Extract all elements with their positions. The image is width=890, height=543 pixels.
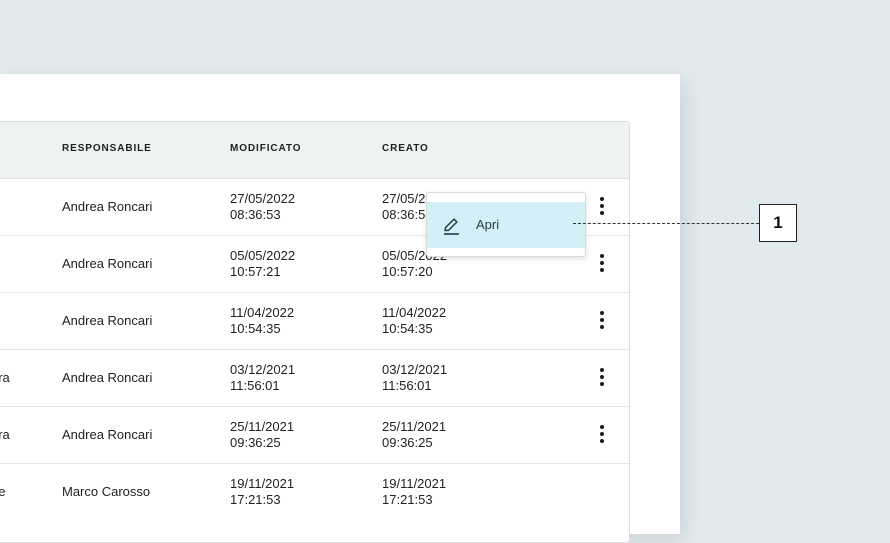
row-modified: 11/04/2022 10:54:35 bbox=[230, 305, 295, 336]
content-card: RESPONSABILE MODIFICATO CREATO Andrea Ro… bbox=[0, 74, 680, 543]
row-responsabile: Andrea Roncari bbox=[62, 199, 153, 214]
row-actions-icon[interactable] bbox=[592, 193, 612, 219]
pencil-icon bbox=[444, 218, 459, 235]
row-modified: 05/05/2022 10:57:21 bbox=[230, 248, 296, 279]
table-row[interactable]: Andrea Roncari 11/04/2022 10:54:35 11/04/… bbox=[0, 293, 629, 350]
table-header: RESPONSABILE MODIFICATO CREATO bbox=[0, 122, 629, 179]
menu-item-label: Apri bbox=[476, 217, 500, 232]
table-row[interactable]: ara Andrea Roncari 03/12/202111:56:01 03… bbox=[0, 350, 629, 407]
row-responsabile: Marco Carosso bbox=[62, 484, 151, 499]
column-header-creato[interactable]: CREATO bbox=[382, 143, 429, 154]
column-header-modificato[interactable]: MODIFICATO bbox=[230, 143, 301, 154]
row-partial-text: ne bbox=[0, 484, 19, 500]
row-actions-icon[interactable] bbox=[592, 250, 612, 276]
row-context-menu: Apri bbox=[426, 192, 586, 257]
row-actions-icon[interactable] bbox=[592, 307, 612, 333]
row-actions-icon[interactable] bbox=[592, 364, 612, 390]
table-row[interactable]: ara Andrea Roncari 25/11/202109:36:25 25… bbox=[0, 407, 629, 464]
column-header-responsabile[interactable]: RESPONSABILE bbox=[62, 143, 152, 154]
row-responsabile: Andrea Roncari bbox=[62, 313, 153, 328]
row-responsabile: Andrea Roncari bbox=[62, 427, 153, 442]
row-responsabile: Andrea Roncari bbox=[62, 370, 153, 385]
row-created: 19/11/2021 17:21:53 bbox=[382, 476, 447, 507]
callout-leader-line bbox=[573, 223, 759, 224]
row-partial-text: ara bbox=[0, 427, 10, 442]
row-created: 03/12/2021 11:56:01 bbox=[382, 362, 448, 393]
row-responsabile: Andrea Roncari bbox=[62, 256, 153, 271]
row-modified: 19/11/2021 17:21:53 bbox=[230, 476, 295, 507]
row-modified: 25/11/2021 09:36:25 bbox=[230, 419, 295, 450]
table-row[interactable]: ne Marco Carosso 19/11/202117:21:53 19/1… bbox=[0, 464, 629, 520]
row-actions-icon[interactable] bbox=[592, 421, 612, 447]
row-created: 25/11/2021 09:36:25 bbox=[382, 419, 447, 450]
documents-table: RESPONSABILE MODIFICATO CREATO Andrea Ro… bbox=[0, 121, 630, 543]
row-created: 11/04/2022 10:54:35 bbox=[382, 305, 447, 336]
menu-item-open[interactable]: Apri bbox=[427, 202, 585, 248]
callout-badge: 1 bbox=[759, 204, 797, 242]
row-partial-text: ara bbox=[0, 370, 10, 385]
row-modified: 03/12/2021 11:56:01 bbox=[230, 362, 296, 393]
row-modified: 27/05/2022 08:36:53 bbox=[230, 191, 296, 222]
